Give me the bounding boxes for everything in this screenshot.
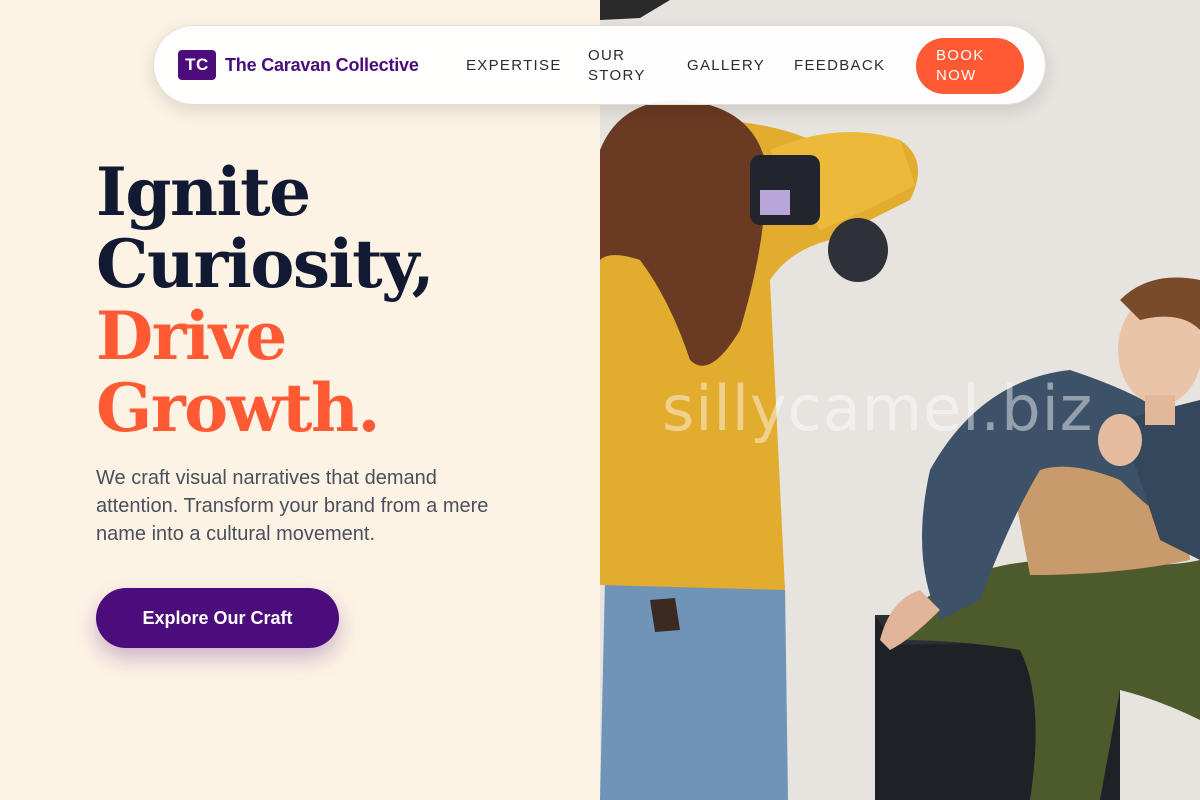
brand-badge: TC bbox=[178, 50, 216, 80]
nav-link-expertise[interactable]: EXPERTISE bbox=[466, 56, 562, 76]
hero-subtitle: We craft visual narratives that demand a… bbox=[96, 467, 489, 545]
headline-line-3: Drive bbox=[96, 297, 287, 375]
brand-name: The Caravan Collective bbox=[225, 54, 419, 75]
book-now-button[interactable]: BOOK NOW bbox=[916, 38, 1024, 94]
nav-link-feedback[interactable]: FEEDBACK bbox=[794, 56, 885, 76]
headline-line-4: Growth. bbox=[96, 369, 380, 447]
hero-photo: sillycamel.biz bbox=[600, 0, 1200, 800]
explore-craft-button[interactable]: Explore Our Craft bbox=[96, 588, 339, 648]
watermark-text: sillycamel.biz bbox=[662, 372, 1094, 445]
nav-link-gallery[interactable]: GALLERY bbox=[687, 56, 765, 76]
hero-headline: Ignite Curiosity, Drive Growth. bbox=[96, 156, 576, 444]
headline-line-1: Ignite bbox=[96, 153, 311, 231]
brand-logo[interactable]: TC The Caravan Collective bbox=[178, 50, 419, 80]
nav-link-our-story[interactable]: OUR STORY bbox=[588, 46, 658, 86]
headline-line-2: Curiosity, bbox=[96, 225, 435, 303]
top-navbar: TC The Caravan Collective EXPERTISE OUR … bbox=[153, 25, 1046, 105]
